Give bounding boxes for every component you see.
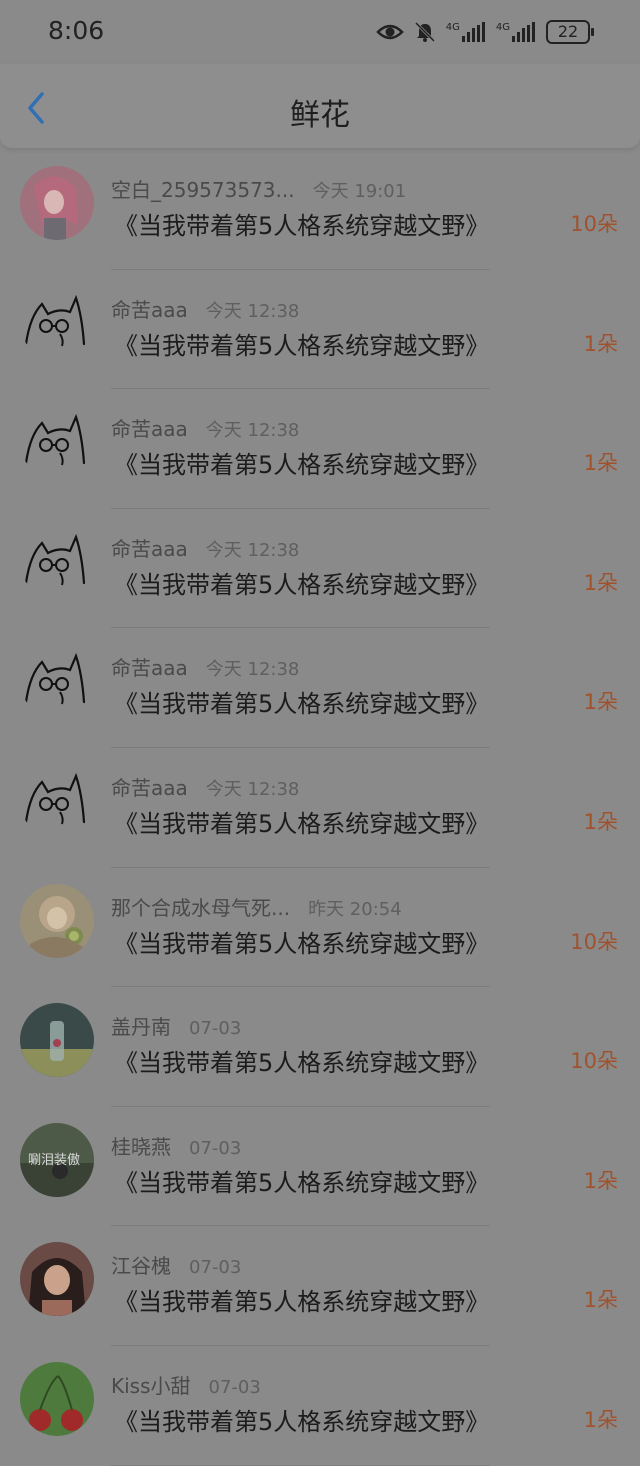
list-item[interactable]: 命苦aaa 今天 12:38 《当我带着第5人格系统穿越文野》 1朵 (0, 270, 640, 390)
book-title[interactable]: 《当我带着第5人格系统穿越文野》 (114, 326, 489, 361)
flower-count: 1朵 (583, 451, 618, 476)
bell-muted-icon (414, 21, 435, 43)
timestamp: 今天 12:38 (205, 659, 300, 681)
name-line: 那个合成水母气死... 昨天 20:54 (111, 892, 402, 921)
name-line: 命苦aaa 今天 12:38 (111, 413, 299, 442)
list-item[interactable]: 命苦aaa 今天 12:38 《当我带着第5人格系统穿越文野》 1朵 (0, 748, 640, 868)
page-title: 鲜花 (290, 98, 350, 133)
avatar-illustration[interactable] (20, 883, 94, 958)
user-name[interactable]: 命苦aaa (111, 776, 188, 800)
flower-count: 1朵 (583, 809, 618, 834)
timestamp: 07-03 (189, 1018, 242, 1040)
avatar-photo-pink[interactable] (20, 166, 94, 240)
flower-count: 1朵 (583, 570, 618, 595)
flower-count: 1朵 (583, 1407, 618, 1432)
avatar-cat-sketch[interactable] (20, 644, 94, 719)
book-title[interactable]: 《当我带着第5人格系统穿越文野》 (114, 445, 489, 480)
list-item[interactable]: 命苦aaa 今天 12:38 《当我带着第5人格系统穿越文野》 1朵 (0, 389, 640, 509)
book-title[interactable]: 《当我带着第5人格系统穿越文野》 (114, 924, 489, 959)
flower-count: 1朵 (583, 331, 618, 356)
flower-count: 10朵 (570, 212, 618, 236)
name-line: 桂晓燕 07-03 (111, 1131, 241, 1160)
list-item[interactable]: Kiss小甜 07-03 《当我带着第5人格系统穿越文野》 1朵 (0, 1346, 640, 1466)
list-item[interactable]: 那个合成水母气死... 昨天 20:54 《当我带着第5人格系统穿越文野》 10朵 (0, 868, 640, 988)
name-line: 命苦aaa 今天 12:38 (111, 772, 299, 801)
user-name[interactable]: 盖丹南 (111, 1015, 171, 1039)
timestamp: 今天 12:38 (205, 300, 300, 322)
name-line: 江谷槐 07-03 (111, 1250, 241, 1279)
list-item[interactable]: 唰泪装傲 桂晓燕 07-03 《当我带着第5人格系统穿越文野》 1朵 (0, 1107, 640, 1227)
timestamp: 昨天 20:54 (308, 898, 402, 920)
timestamp: 今天 12:38 (205, 539, 300, 561)
flower-gift-list: 空白_259573573... 今天 19:01 《当我带着第5人格系统穿越文野》… (0, 150, 640, 1466)
name-line: 命苦aaa 今天 12:38 (111, 533, 299, 562)
user-name[interactable]: 命苦aaa (111, 417, 188, 441)
list-item[interactable]: 空白_259573573... 今天 19:01 《当我带着第5人格系统穿越文野》… (0, 150, 640, 270)
user-name[interactable]: 江谷槐 (111, 1254, 171, 1278)
list-item[interactable]: 命苦aaa 今天 12:38 《当我带着第5人格系统穿越文野》 1朵 (0, 509, 640, 629)
signal-label: 4G (495, 22, 510, 33)
timestamp: 今天 12:38 (205, 420, 300, 442)
avatar-photo-cherry[interactable] (20, 1361, 94, 1436)
timestamp: 今天 19:01 (312, 181, 407, 202)
list-item[interactable]: 盖丹南 07-03 《当我带着第5人格系统穿越文野》 10朵 (0, 987, 640, 1107)
user-name[interactable]: 命苦aaa (111, 656, 188, 680)
signal-bars-icon (512, 22, 535, 42)
avatar-cat-sketch[interactable] (20, 285, 94, 360)
name-line: 空白_259573573... 今天 19:01 (111, 174, 406, 203)
flower-count: 10朵 (570, 929, 618, 954)
user-name[interactable]: 命苦aaa (111, 298, 188, 322)
avatar-caption: 唰泪装傲 (28, 1152, 81, 1168)
flower-count: 1朵 (583, 1288, 618, 1313)
name-line: Kiss小甜 07-03 (111, 1370, 261, 1399)
list-item[interactable]: 命苦aaa 今天 12:38 《当我带着第5人格系统穿越文野》 1朵 (0, 628, 640, 748)
avatar-cat-sketch[interactable] (20, 524, 94, 599)
name-line: 命苦aaa 今天 12:38 (111, 294, 299, 323)
timestamp: 07-03 (189, 1257, 242, 1279)
user-name[interactable]: Kiss小甜 (111, 1374, 191, 1398)
flower-count: 1朵 (583, 690, 618, 715)
battery-icon: 22 (546, 20, 594, 44)
book-title[interactable]: 《当我带着第5人格系统穿越文野》 (114, 206, 489, 241)
signal-label: 4G (445, 22, 460, 33)
user-name[interactable]: 那个合成水母气死... (111, 896, 290, 920)
book-title[interactable]: 《当我带着第5人格系统穿越文野》 (114, 1402, 489, 1437)
list-item[interactable]: 江谷槐 07-03 《当我带着第5人格系统穿越文野》 1朵 (0, 1226, 640, 1346)
avatar-photo-bottle[interactable] (20, 1003, 94, 1078)
status-icons: 4G 4G 22 (375, 20, 594, 44)
timestamp: 07-03 (208, 1376, 261, 1398)
book-title[interactable]: 《当我带着第5人格系统穿越文野》 (114, 1282, 489, 1317)
top-nav-bar: 鲜花 (0, 64, 640, 149)
avatar-cat-sketch[interactable] (20, 405, 94, 480)
4g-signal-icon: 4G (496, 22, 536, 42)
name-line: 命苦aaa 今天 12:38 (111, 652, 299, 681)
book-title[interactable]: 《当我带着第5人格系统穿越文野》 (114, 565, 489, 600)
signal-bars-icon (461, 22, 485, 42)
book-title[interactable]: 《当我带着第5人格系统穿越文野》 (114, 684, 489, 719)
flower-count: 10朵 (570, 1049, 618, 1074)
book-title[interactable]: 《当我带着第5人格系统穿越文野》 (114, 1043, 489, 1078)
4g-signal-icon: 4G (446, 22, 486, 42)
user-name[interactable]: 桂晓燕 (111, 1135, 171, 1159)
flower-count: 1朵 (583, 1168, 618, 1193)
avatar-photo-text[interactable]: 唰泪装傲 (20, 1122, 94, 1197)
user-name[interactable]: 命苦aaa (111, 537, 188, 561)
name-line: 盖丹南 07-03 (111, 1011, 241, 1040)
eye-icon (375, 24, 404, 40)
book-title[interactable]: 《当我带着第5人格系统穿越文野》 (114, 1163, 489, 1198)
status-time: 8:06 (48, 16, 105, 45)
avatar-cat-sketch[interactable] (20, 763, 94, 838)
user-name[interactable]: 空白_259573573... (111, 178, 295, 202)
status-bar: 8:06 4G 4G 22 (0, 0, 640, 64)
timestamp: 今天 12:38 (205, 778, 300, 800)
book-title[interactable]: 《当我带着第5人格系统穿越文野》 (114, 804, 489, 839)
timestamp: 07-03 (189, 1137, 242, 1159)
avatar-photo-girl[interactable] (20, 1242, 94, 1317)
divider (111, 1464, 490, 1466)
